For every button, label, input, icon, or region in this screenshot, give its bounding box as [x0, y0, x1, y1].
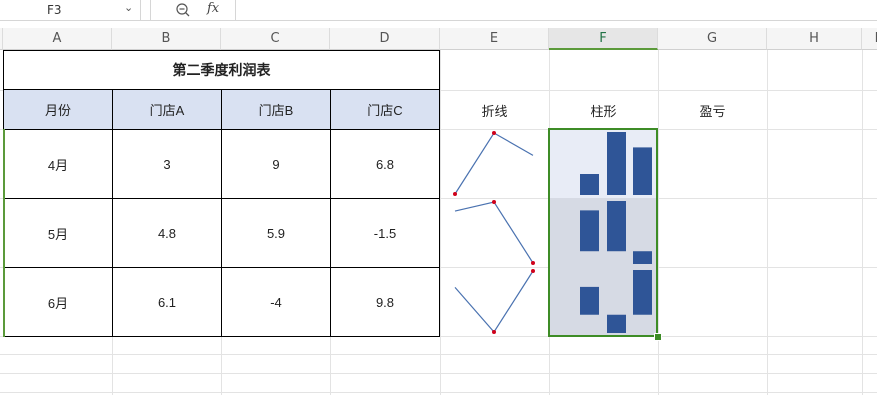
header-store-a[interactable]: 门店A [112, 89, 222, 130]
zoom-icon[interactable] [175, 2, 191, 18]
cell-store-a[interactable]: 3 [112, 129, 222, 199]
cell-store-c[interactable]: 6.8 [330, 129, 440, 199]
sparkline-column-bar [580, 174, 599, 195]
column-header-g[interactable]: G [658, 28, 767, 50]
cell-store-b[interactable]: -4 [221, 267, 331, 337]
name-box[interactable]: F3 ⌄ [0, 0, 141, 20]
sparkline-marker [492, 200, 496, 204]
sparkline-line [454, 132, 534, 195]
formula-bar: F3 ⌄ fx [0, 0, 877, 21]
selection-border [548, 128, 658, 337]
cell-month[interactable]: 5月 [3, 198, 113, 268]
sparkline-column-bar [633, 270, 652, 315]
label-winloss[interactable]: 盈亏 [658, 90, 767, 130]
column-header-a[interactable]: A [3, 28, 112, 50]
sparkline-column-bar [607, 314, 626, 333]
sparkline-column-background [549, 198, 658, 267]
grid-line-vertical [862, 50, 863, 395]
cell-reference: F3 [47, 3, 62, 17]
grid-line-horizontal [0, 373, 877, 374]
cell-store-c[interactable]: 9.8 [330, 267, 440, 337]
sparkline-column-bar [580, 210, 599, 252]
chevron-down-icon[interactable]: ⌄ [124, 1, 133, 14]
sparkline-column-bar [633, 147, 652, 195]
header-store-b[interactable]: 门店B [221, 89, 331, 130]
formula-tools: fx [150, 0, 236, 20]
column-header-d[interactable]: D [330, 28, 440, 50]
sparkline-marker [492, 330, 496, 334]
header-store-c[interactable]: 门店C [330, 89, 440, 130]
cell-month[interactable]: 6月 [3, 267, 113, 337]
header-month[interactable]: 月份 [3, 89, 113, 130]
sparkline-marker [531, 261, 535, 265]
cell-store-a[interactable]: 6.1 [112, 267, 222, 337]
cell-store-b[interactable]: 9 [221, 129, 331, 199]
grid-line-horizontal [0, 354, 877, 355]
sparkline-column-bar [633, 251, 652, 264]
sparkline-line [454, 270, 534, 333]
column-header-h[interactable]: H [767, 28, 862, 50]
sparkline-column-bar [607, 201, 626, 252]
sparkline-marker [453, 192, 457, 196]
sparkline-marker [531, 269, 535, 273]
label-line[interactable]: 折线 [440, 90, 549, 130]
sparkline-column-background [549, 267, 658, 336]
cell-store-c[interactable]: -1.5 [330, 198, 440, 268]
cell-month[interactable]: 4月 [3, 129, 113, 199]
column-header-c[interactable]: C [221, 28, 330, 50]
grid-line-horizontal [0, 392, 877, 393]
select-all-corner[interactable] [0, 28, 3, 50]
sparkline-marker [492, 131, 496, 135]
fx-icon[interactable]: fx [207, 1, 219, 16]
column-header-e[interactable]: E [440, 28, 549, 50]
selection-edge [3, 129, 5, 337]
column-header-f[interactable]: F [549, 28, 658, 50]
sparkline-column-background [549, 129, 658, 198]
cell-store-b[interactable]: 5.9 [221, 198, 331, 268]
sparkline-column-bar [580, 286, 599, 315]
column-header-b[interactable]: B [112, 28, 221, 50]
sparkline-line [454, 201, 534, 264]
grid-line-vertical [767, 50, 768, 395]
fill-handle[interactable] [654, 333, 662, 341]
column-header-i[interactable]: I [862, 28, 877, 50]
cell-store-a[interactable]: 4.8 [112, 198, 222, 268]
table-title[interactable]: 第二季度利润表 [3, 50, 440, 90]
label-column[interactable]: 柱形 [549, 90, 658, 130]
sparkline-column-bar [607, 132, 626, 195]
